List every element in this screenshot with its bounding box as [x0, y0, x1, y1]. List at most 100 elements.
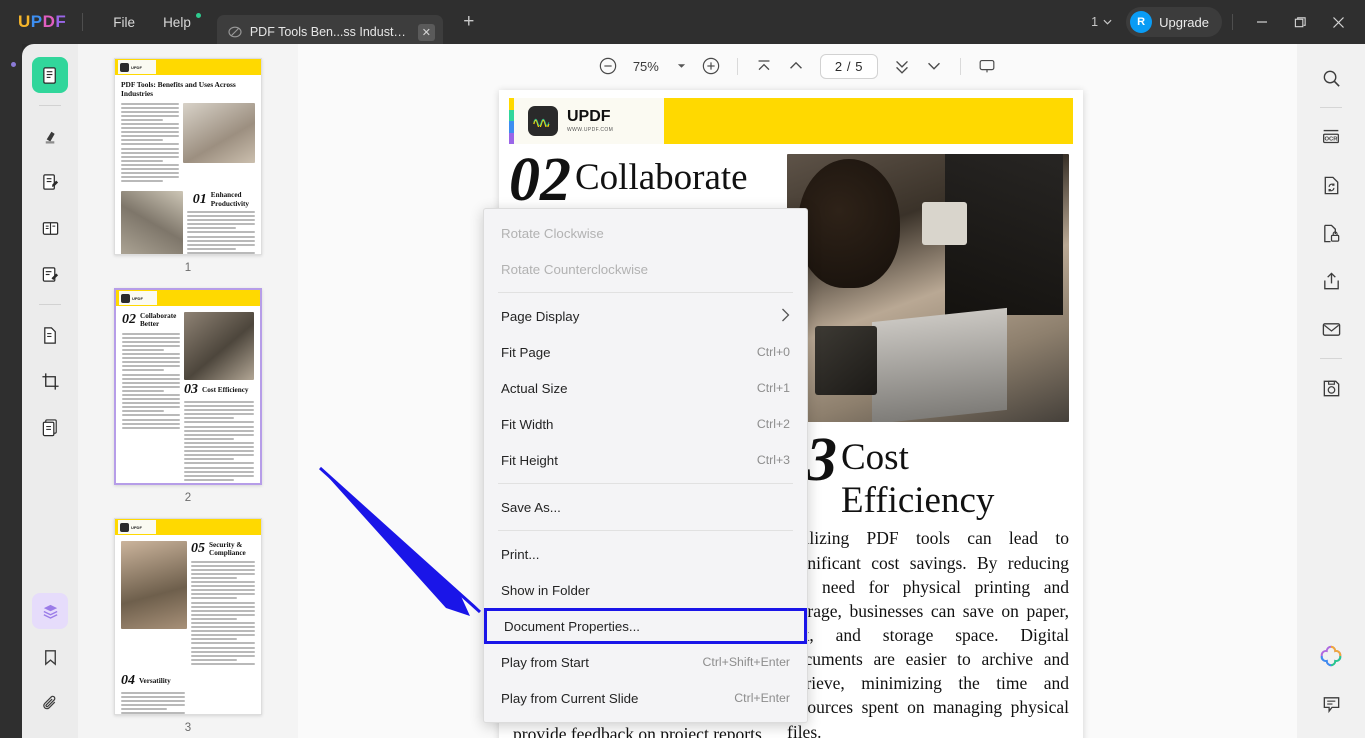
minimize-icon [1257, 21, 1267, 23]
ctx-rotate-clockwise[interactable]: Rotate Clockwise [484, 215, 807, 251]
thumb-brand-band: UPDF [115, 519, 261, 535]
thumbnail-page-2[interactable]: UPDF 02 Collaborate Better 03 Cost Effic… [114, 288, 262, 504]
convert-tool[interactable] [32, 317, 68, 353]
convert-pdf-tool[interactable] [1314, 168, 1348, 202]
thumbnails-panel[interactable] [32, 593, 68, 629]
close-window-button[interactable] [1319, 3, 1357, 41]
left-tool-sidebar [22, 44, 78, 738]
thumbnail-panel[interactable]: UPDF PDF Tools: Benefits and Uses Across… [78, 44, 298, 738]
thumb-logo-square [121, 293, 130, 303]
ctx-play-from-current-slide[interactable]: Play from Current Slide Ctrl+Enter [484, 680, 807, 716]
thumb-brand-band: UPDF [115, 59, 261, 75]
chevron-down-icon [1103, 19, 1112, 25]
thumb-section-number: 05 [191, 541, 205, 557]
tab-close-icon[interactable]: ✕ [417, 23, 435, 41]
maximize-button[interactable] [1281, 3, 1319, 41]
ctx-document-properties[interactable]: Document Properties... [484, 608, 807, 644]
ctx-fit-height[interactable]: Fit Height Ctrl+3 [484, 442, 807, 478]
section-03-title-line1: Cost [841, 437, 909, 478]
page-brand-logo: UPDF WWW.UPDF.COM [514, 98, 664, 144]
right-divider-2 [1320, 358, 1342, 359]
ctx-save-as[interactable]: Save As... [484, 489, 807, 525]
convert-file-icon [43, 326, 56, 344]
email-tool[interactable] [1314, 312, 1348, 346]
ctx-actual-size[interactable]: Actual Size Ctrl+1 [484, 370, 807, 406]
titlebar-divider [82, 13, 84, 31]
highlighter-icon [45, 131, 55, 144]
collaboration-photo [787, 154, 1069, 422]
ctx-fit-width[interactable]: Fit Width Ctrl+2 [484, 406, 807, 442]
ctx-label: Rotate Clockwise [501, 225, 604, 241]
ctx-label: Actual Size [501, 380, 568, 396]
ctx-page-display[interactable]: Page Display [484, 298, 807, 334]
thumbnail-page-number: 3 [184, 722, 192, 734]
window-count-selector[interactable]: 1 [1083, 11, 1120, 33]
thumbnail-page-number: 2 [184, 492, 192, 504]
edit-pdf-tool[interactable] [32, 164, 68, 200]
context-menu[interactable]: Rotate Clockwise Rotate Counterclockwise… [483, 208, 808, 723]
upgrade-button[interactable]: R Upgrade [1126, 7, 1222, 37]
ctx-rotate-counterclockwise[interactable]: Rotate Counterclockwise [484, 251, 807, 287]
save-disk-icon [1323, 380, 1339, 396]
svg-text:OCR: OCR [1324, 137, 1338, 143]
ctx-divider-1 [498, 292, 793, 293]
zoom-in-button[interactable] [696, 51, 726, 81]
lock-document-icon [1323, 224, 1339, 242]
menu-file[interactable]: File [99, 9, 149, 36]
search-tool[interactable] [1314, 61, 1348, 95]
first-page-icon [758, 60, 770, 71]
ctx-label: Document Properties... [504, 618, 640, 634]
zoom-dropdown-button[interactable] [669, 61, 694, 71]
next-page-button[interactable] [887, 51, 917, 81]
ctx-show-in-folder[interactable]: Show in Folder [484, 572, 807, 608]
reader-tool[interactable] [32, 57, 68, 93]
comment-tool[interactable] [1314, 687, 1348, 721]
page-indicator[interactable]: 2 / 5 [819, 53, 879, 79]
thumbnail-page-1[interactable]: UPDF PDF Tools: Benefits and Uses Across… [114, 58, 262, 274]
save-tool[interactable] [1314, 371, 1348, 405]
protect-tool[interactable] [1314, 216, 1348, 250]
ctx-play-from-start[interactable]: Play from Start Ctrl+Shift+Enter [484, 644, 807, 680]
paperclip-icon [42, 695, 55, 709]
menu-help[interactable]: Help [149, 9, 205, 36]
ctx-print[interactable]: Print... [484, 536, 807, 572]
new-tab-button[interactable]: + [457, 10, 481, 34]
thumb-logo-square [120, 522, 129, 532]
minimize-button[interactable] [1243, 3, 1281, 41]
zoom-out-button[interactable] [593, 51, 623, 81]
avatar: R [1130, 11, 1153, 33]
batch-tool[interactable] [32, 409, 68, 445]
updf-application-window: UPDF File Help PDF Tools Ben...ss Indust… [0, 0, 1365, 738]
brand-text-block: UPDF WWW.UPDF.COM [567, 109, 613, 134]
chevron-down-icon [677, 64, 685, 68]
attachment-panel[interactable] [32, 685, 68, 721]
thumb-section-head-2: 03 Cost Efficiency [184, 382, 254, 398]
prev-page-button[interactable] [781, 51, 811, 81]
thumbnail-page-3[interactable]: UPDF 05 Security & Compliance 04 Versati… [114, 518, 262, 734]
thumb-section-head-2: 04 Versatility [121, 673, 255, 689]
thumb-section-head: 02 Collaborate Better [122, 312, 180, 329]
ctx-shortcut: Ctrl+3 [756, 453, 790, 467]
window-controls-divider [1232, 14, 1233, 30]
presentation-mode-button[interactable] [972, 51, 1002, 81]
first-page-button[interactable] [749, 51, 779, 81]
crop-tool[interactable] [32, 363, 68, 399]
share-tool[interactable] [1314, 264, 1348, 298]
thumb-content-row [115, 101, 261, 187]
ctx-fit-page[interactable]: Fit Page Ctrl+0 [484, 334, 807, 370]
bookmark-panel[interactable] [32, 639, 68, 675]
section-02-number: 02 [509, 146, 571, 214]
form-tool[interactable] [32, 256, 68, 292]
rail-indicator-dot [11, 62, 16, 67]
last-page-button[interactable] [919, 51, 949, 81]
ctx-label: Print... [501, 546, 540, 562]
page-tool[interactable] [32, 210, 68, 246]
window-count-value: 1 [1091, 15, 1099, 29]
annotate-tool[interactable] [32, 118, 68, 154]
thumb-section-title-2: Cost Efficiency [202, 385, 249, 394]
ai-assistant-tool[interactable] [1314, 639, 1348, 673]
brand-icon [528, 106, 558, 136]
thumb-brand-logo: UPDF [119, 291, 157, 305]
zoom-level-value[interactable]: 75% [625, 59, 667, 74]
ocr-tool[interactable]: OCR [1314, 120, 1348, 154]
